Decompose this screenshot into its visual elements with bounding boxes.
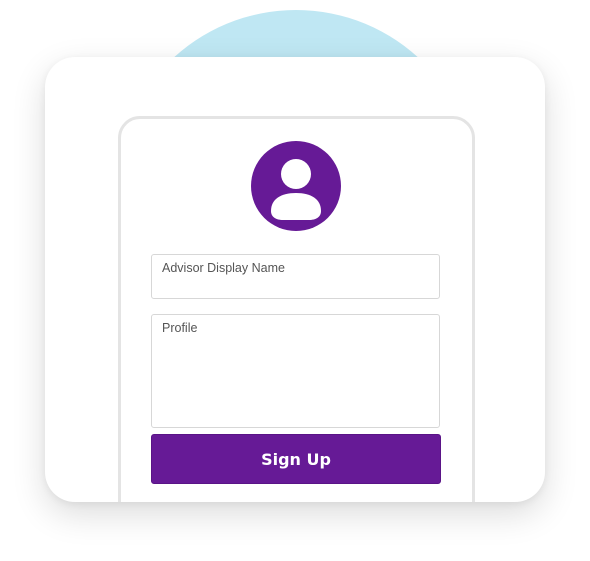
avatar — [251, 141, 341, 231]
sign-up-button[interactable]: Sign Up — [151, 434, 441, 484]
advisor-display-name-label: Advisor Display Name — [162, 261, 285, 275]
device-frame: Advisor Display Name Profile Sign Up — [118, 116, 475, 502]
signup-card: Advisor Display Name Profile Sign Up — [45, 57, 545, 502]
profile-label: Profile — [162, 321, 198, 335]
advisor-display-name-field[interactable]: Advisor Display Name — [151, 254, 440, 299]
profile-textarea[interactable]: Profile — [151, 314, 440, 428]
signup-illustration: Advisor Display Name Profile Sign Up — [0, 0, 590, 561]
user-icon — [271, 159, 321, 220]
